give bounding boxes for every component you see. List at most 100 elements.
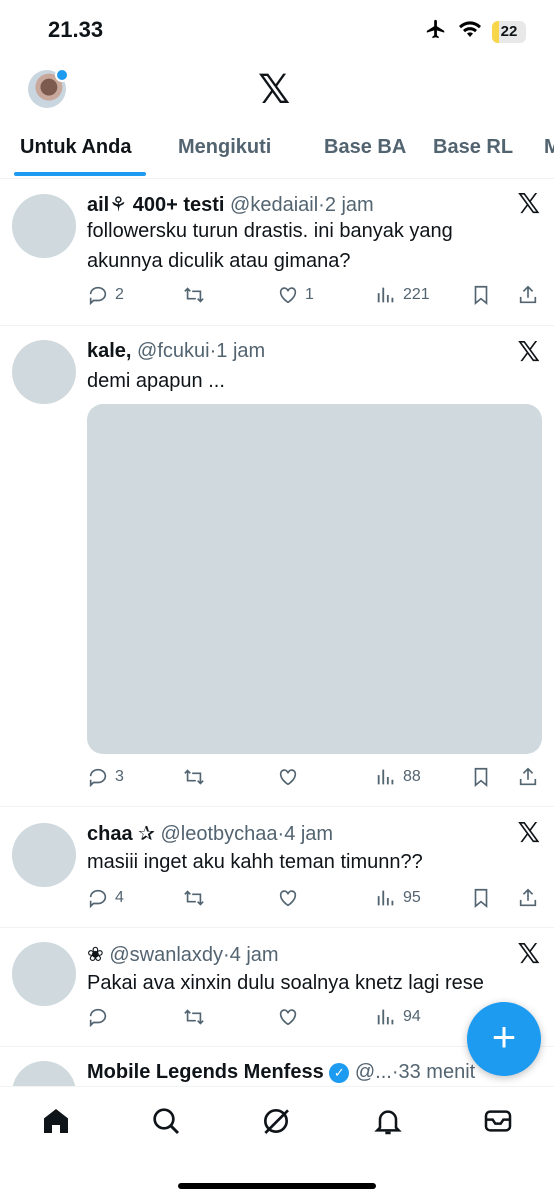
avatar[interactable] [12,942,76,1006]
bottom-nav [0,1086,554,1200]
views-icon [377,769,394,785]
views-button[interactable]: 88 [375,766,421,788]
like-button[interactable] [277,1006,299,1028]
tab-base-ba[interactable]: Base BA [324,136,406,159]
avatar[interactable] [12,194,76,258]
top-bar: 𝕏 [0,62,554,118]
share-button[interactable] [517,284,539,306]
retweet-icon [184,1009,204,1025]
post-time: 1 jam [216,340,266,362]
reply-icon [89,1008,107,1028]
post-header: ail⚘ 400+ testi @kedaiail·2 jam [87,194,374,216]
author-handle[interactable]: @kedaiail [230,194,318,216]
reply-icon [89,889,107,909]
author-handle[interactable]: @leotbychaa [160,823,277,845]
profile-avatar[interactable] [28,68,69,108]
compose-button[interactable]: + [467,1002,541,1076]
retweet-icon [184,769,204,785]
author-handle[interactable]: @fcukui [137,340,210,362]
views-icon [377,287,394,303]
share-icon [519,888,537,907]
share-button[interactable] [517,766,539,788]
verified-badge-icon: ✓ [329,1062,350,1083]
tab-mengikuti[interactable]: Mengikuti [178,136,271,159]
battery-indicator: 22 [492,20,526,43]
avatar[interactable] [12,823,76,887]
timeline-tabs: Untuk Anda Mengikuti Base BA Base RL M [0,130,554,179]
bookmark-icon [474,888,488,909]
airplane-icon [424,18,448,45]
heart-icon [279,1009,297,1026]
share-icon [519,767,537,786]
bell-icon[interactable] [372,1105,404,1137]
post-time: 33 menit [398,1061,476,1083]
views-button[interactable]: 95 [375,887,421,909]
reply-icon [89,286,107,306]
status-time: 21.33 [48,17,104,42]
retweet-button[interactable] [183,1006,205,1028]
post-text: Pakai ava xinxin dulu soalnya knetz lagi… [87,972,484,994]
post-header: kale, @fcukui·1 jam [87,340,266,362]
tab-more[interactable]: M [544,136,554,159]
retweet-button[interactable] [183,766,205,788]
reply-button[interactable]: 4 [87,887,124,909]
share-icon [519,285,537,304]
mail-icon[interactable] [482,1105,514,1137]
author-name[interactable]: kale, [87,340,131,362]
x-logo-icon: 𝕏 [517,817,540,848]
like-button[interactable] [277,766,299,788]
post-item[interactable]: kale, @fcukui·1 jam 𝕏 demi apapun ... 3 … [0,326,554,807]
author-name[interactable]: Mobile Legends Menfess [87,1061,324,1083]
views-count: 88 [403,768,421,785]
like-button[interactable]: 1 [277,284,314,306]
like-button[interactable] [277,887,299,909]
x-logo-icon: 𝕏 [517,938,540,969]
search-icon[interactable] [150,1105,182,1137]
reply-button[interactable]: 3 [87,766,124,788]
notification-dot [55,68,69,82]
views-icon [377,1009,394,1025]
avatar[interactable] [12,340,76,404]
author-handle[interactable]: @... [355,1061,392,1083]
reply-count: 4 [115,889,124,906]
wifi-icon [458,19,482,44]
grok-icon[interactable] [260,1105,292,1137]
bookmark-icon [474,767,488,788]
reply-count: 2 [115,286,124,303]
post-media[interactable] [87,404,542,754]
share-button[interactable] [517,887,539,909]
active-tab-indicator [14,172,146,176]
retweet-button[interactable] [183,887,205,909]
reply-button[interactable] [87,1006,109,1028]
post-header: Mobile Legends Menfess ✓ @...·33 menit [87,1061,476,1083]
tab-base-rl[interactable]: Base RL [433,136,513,159]
reply-icon [89,768,107,788]
post-item[interactable]: ail⚘ 400+ testi @kedaiail·2 jam 𝕏 follow… [0,178,554,326]
bookmark-button[interactable] [470,887,492,909]
status-icons: 22 [424,18,526,45]
post-text: masiii inget aku kahh teman timunn?? [87,851,423,873]
like-count: 1 [305,286,314,303]
post-item[interactable]: chaa ✰ @leotbychaa·4 jam 𝕏 masiii inget … [0,807,554,928]
x-logo-icon: 𝕏 [517,188,540,219]
home-icon[interactable] [40,1105,72,1137]
views-button[interactable]: 221 [375,284,430,306]
heart-icon [279,287,297,304]
bookmark-button[interactable] [470,766,492,788]
battery-level: 22 [500,23,518,40]
post-text: demi apapun ... [87,370,225,392]
post-actions: 2 1 221 [87,284,542,308]
reply-button[interactable]: 2 [87,284,124,306]
retweet-icon [184,890,204,906]
author-name[interactable]: ❀ [87,944,104,966]
author-name[interactable]: chaa ✰ [87,823,155,845]
post-time: 2 jam [324,194,374,216]
bookmark-icon [474,285,488,306]
retweet-button[interactable] [183,284,205,306]
author-name[interactable]: ail⚘ 400+ testi [87,194,224,216]
reply-count: 3 [115,768,124,785]
author-handle[interactable]: @swanlaxdy [109,944,223,966]
bookmark-button[interactable] [470,284,492,306]
views-button[interactable]: 94 [375,1006,421,1028]
tab-untuk-anda[interactable]: Untuk Anda [20,136,131,159]
